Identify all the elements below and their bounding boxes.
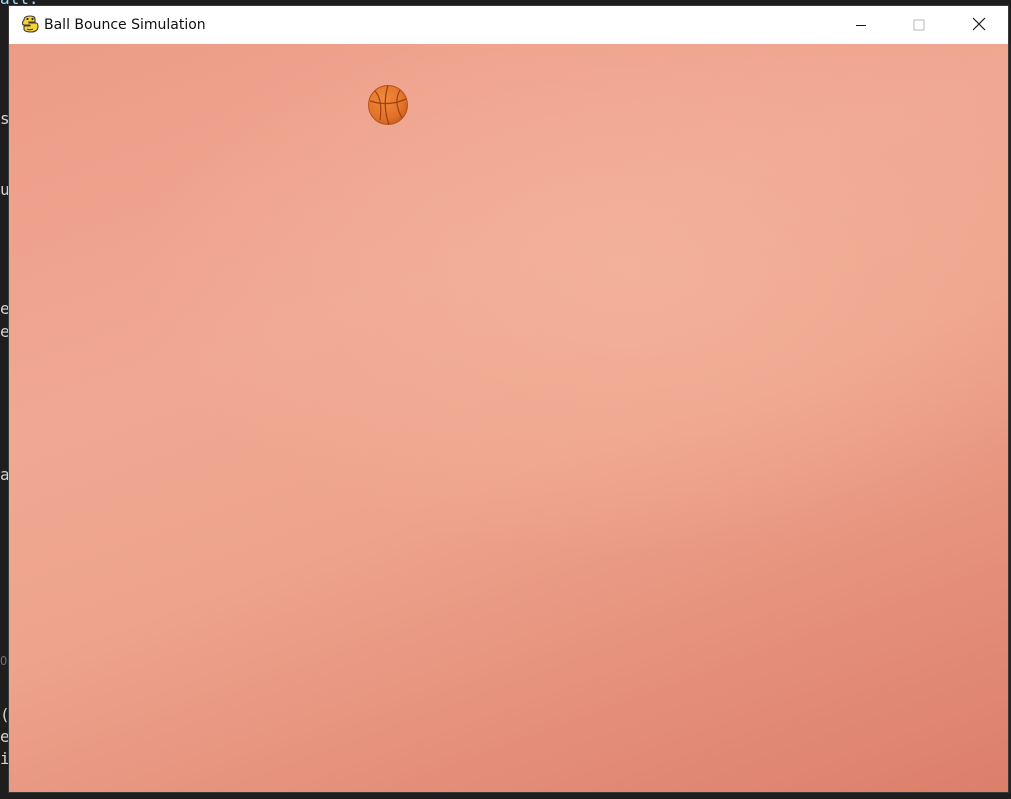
minimize-button[interactable] bbox=[832, 6, 890, 44]
maximize-icon bbox=[913, 16, 925, 35]
simulation-window: Ball Bounce Simulation bbox=[9, 6, 1008, 792]
close-icon bbox=[972, 16, 986, 35]
basketball-icon[interactable] bbox=[367, 84, 409, 126]
window-title: Ball Bounce Simulation bbox=[44, 17, 206, 33]
simulation-canvas[interactable] bbox=[9, 44, 1008, 792]
maximize-button[interactable] bbox=[890, 6, 948, 44]
minimize-icon bbox=[855, 16, 867, 35]
title-bar[interactable]: Ball Bounce Simulation bbox=[9, 6, 1008, 44]
pygame-snake-icon bbox=[20, 14, 40, 34]
editor-status-strip bbox=[0, 792, 1011, 799]
close-button[interactable] bbox=[950, 6, 1008, 44]
